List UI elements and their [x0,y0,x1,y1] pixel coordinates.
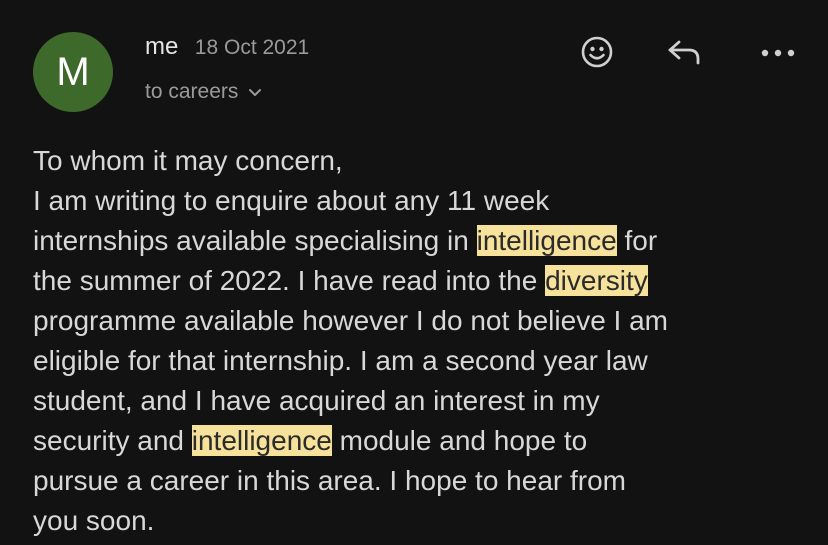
body-line: the summer of 2022. I have read into the… [33,261,823,301]
reply-button[interactable] [662,32,706,76]
email-body: To whom it may concern, I am writing to … [33,141,823,541]
body-line: security and intelligence module and hop… [33,421,823,461]
highlighted-term: intelligence [191,425,332,456]
body-line: you soon. [33,505,155,536]
recipient-toggle[interactable]: to careers [145,80,262,104]
body-text-segment: security and [33,425,192,456]
emoji-react-button[interactable] [575,32,619,76]
reply-arrow-icon [665,37,703,72]
smiley-icon [580,35,614,74]
recipient-label: to careers [145,80,239,103]
highlighted-term: intelligence [476,225,617,256]
body-line: student, and I have acquired an interest… [33,385,600,416]
body-line: programme available however I do not bel… [33,305,669,336]
body-line: To whom it may concern, [33,145,343,176]
body-line: internships available specialising in in… [33,221,823,261]
more-options-button[interactable] [756,32,800,76]
chevron-down-icon [248,80,262,104]
avatar: M [33,32,113,112]
body-line: eligible for that internship. I am a sec… [33,345,648,376]
sender-line: me 18 Oct 2021 [145,33,309,61]
body-text-segment: internships available specialising in [33,225,477,256]
body-line: I am writing to enquire about any 11 wee… [33,185,550,216]
highlighted-term: diversity [545,265,648,296]
body-text-segment: the summer of 2022. I have read into the [33,265,546,296]
body-text-segment: for [616,225,658,256]
ellipsis-icon [760,45,796,63]
sender-name: me [145,33,179,60]
body-text-segment: module and hope to [331,425,588,456]
body-line: pursue a career in this area. I hope to … [33,465,626,496]
sent-date: 18 Oct 2021 [194,36,310,59]
